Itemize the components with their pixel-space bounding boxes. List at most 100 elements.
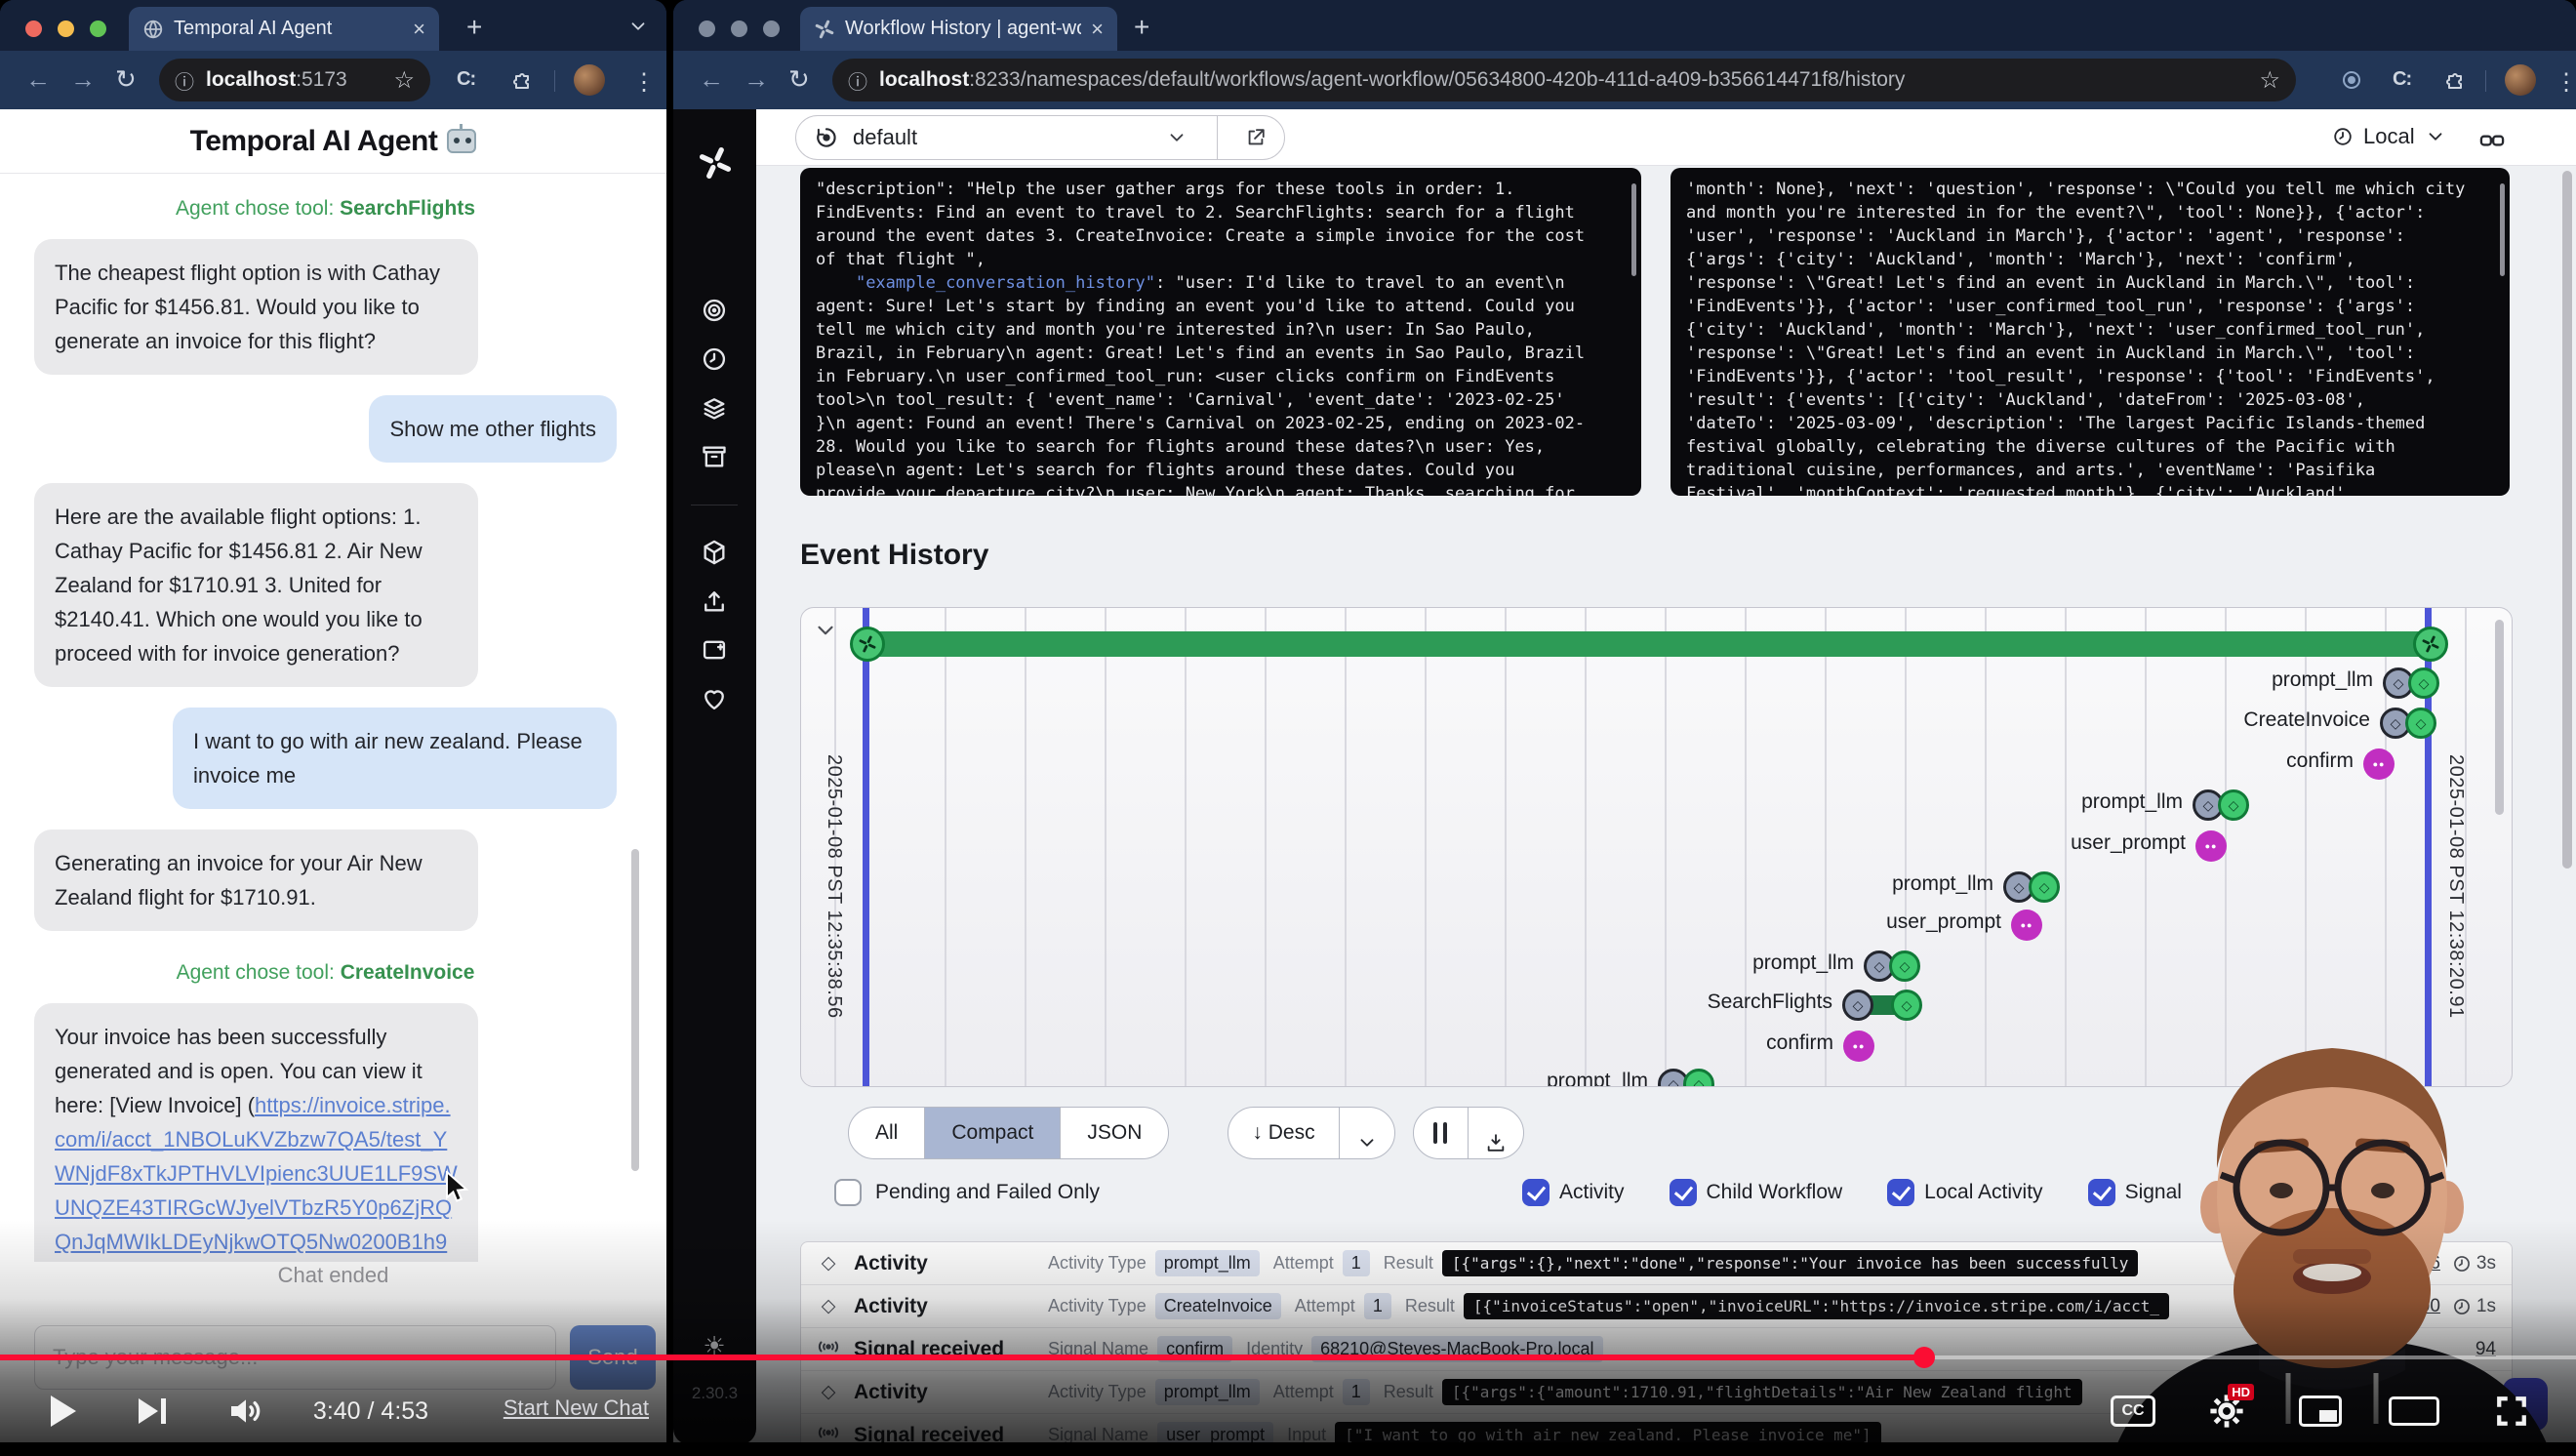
traffic-lights[interactable] — [25, 20, 106, 37]
activity-completed-marker[interactable]: ◇ — [2029, 871, 2060, 903]
checkbox-checked[interactable] — [1670, 1179, 1697, 1206]
page-scrollbar[interactable] — [2562, 171, 2572, 869]
checkbox-unchecked[interactable] — [834, 1179, 862, 1206]
cube-icon[interactable] — [701, 539, 728, 566]
event-type-filter[interactable]: Child Workflow — [1670, 1179, 1843, 1206]
reload-icon[interactable]: ↻ — [115, 64, 137, 95]
extensions-puzzle-icon[interactable] — [2444, 68, 2468, 92]
code-line: "description": "Help the user gather arg… — [816, 178, 1626, 201]
browser-tab-temporal-ai-agent[interactable]: Temporal AI Agent × — [129, 7, 439, 51]
activity-scheduled-marker[interactable]: ◇ — [1842, 990, 1873, 1021]
activity-completed-marker[interactable]: ◇ — [2218, 789, 2249, 821]
chevron-down-icon[interactable] — [1166, 127, 1187, 148]
chat-message-list[interactable]: Agent chose tool: SearchFlights The chea… — [34, 174, 617, 1262]
back-icon[interactable]: ← — [699, 64, 724, 95]
start-new-chat-link[interactable]: Start New Chat — [488, 1395, 649, 1421]
code-line: 'response': \"Great! Let's find an event… — [1686, 342, 2494, 365]
play-button[interactable] — [39, 1378, 88, 1444]
eye-icon[interactable] — [701, 297, 728, 324]
activity-completed-marker[interactable]: ◇ — [2405, 708, 2436, 739]
captions-button[interactable]: CC — [2106, 1378, 2160, 1444]
next-button[interactable] — [125, 1378, 180, 1444]
new-tab-button[interactable]: + — [466, 12, 482, 43]
view-mode-option[interactable]: All — [849, 1108, 925, 1158]
video-progress-bar[interactable] — [0, 1355, 2576, 1360]
settings-gear-icon[interactable]: HD — [2197, 1378, 2256, 1444]
new-tab-button[interactable]: + — [1134, 12, 1149, 43]
upload-icon[interactable] — [701, 587, 728, 615]
sort-desc-button[interactable]: ↓ Desc — [1228, 1108, 1339, 1158]
back-icon[interactable]: ← — [25, 64, 51, 95]
browser-menu-icon[interactable]: ⋮ — [632, 68, 656, 97]
signal-marker[interactable]: ●● — [2011, 910, 2042, 941]
address-bar[interactable]: ⓘ localhost:8233/namespaces/default/work… — [832, 59, 2296, 101]
profile-avatar[interactable] — [574, 64, 605, 96]
activity-completed-marker[interactable]: ◇ — [1683, 1069, 1714, 1087]
claude-extension-icon[interactable]: C: — [457, 68, 475, 91]
timeline-scrollbar[interactable] — [2495, 620, 2504, 815]
pause-button[interactable] — [1414, 1108, 1469, 1158]
site-info-icon[interactable]: ⓘ — [848, 66, 867, 95]
close-tab-icon[interactable]: × — [413, 19, 425, 40]
event-type-filter[interactable]: Local Activity — [1887, 1179, 2042, 1206]
theater-mode-button[interactable] — [2383, 1378, 2445, 1444]
sort-chevron-icon[interactable] — [1340, 1108, 1394, 1158]
timezone-selector[interactable]: Local — [2332, 124, 2446, 149]
timeline-event-label: prompt_llm — [2081, 790, 2183, 814]
activity-completed-marker[interactable]: ◇ — [1889, 950, 1920, 982]
claude-extension-icon[interactable]: C: — [2393, 68, 2411, 91]
browser-tab-workflow-history[interactable]: Workflow History | agent-wor × — [800, 7, 1117, 51]
signal-marker[interactable]: ●● — [2195, 830, 2227, 862]
workflow-start-marker[interactable] — [850, 627, 885, 662]
bookmark-star-icon[interactable]: ☆ — [393, 66, 415, 95]
download-button[interactable] — [1469, 1108, 1523, 1158]
workflow-latest-marker[interactable] — [2413, 627, 2448, 662]
temporal-logo-icon[interactable] — [697, 144, 734, 182]
external-link-icon[interactable] — [1245, 127, 1267, 148]
archive-icon[interactable] — [701, 443, 728, 470]
chat-scrollbar[interactable] — [631, 849, 639, 1171]
signal-marker[interactable]: ●● — [2363, 748, 2395, 780]
clock-icon[interactable] — [701, 345, 728, 373]
record-extension-icon[interactable] — [2340, 68, 2363, 92]
layers-icon[interactable] — [701, 394, 728, 422]
gallery-icon[interactable] — [701, 636, 728, 664]
browser-menu-icon[interactable]: ⋮ — [2555, 68, 2576, 97]
bookmark-star-icon[interactable]: ☆ — [2259, 66, 2280, 95]
code-line: }\n agent: Found an event! There's Carni… — [816, 412, 1626, 435]
checkbox-checked[interactable] — [1522, 1179, 1550, 1206]
event-type-filter[interactable]: Activity — [1522, 1179, 1625, 1206]
reload-icon[interactable]: ↻ — [788, 64, 810, 95]
tab-overview-icon[interactable] — [627, 16, 649, 37]
traffic-lights-inactive[interactable] — [699, 20, 780, 37]
checkbox-checked[interactable] — [1887, 1179, 1914, 1206]
heart-icon[interactable] — [701, 685, 728, 712]
close-tab-icon[interactable]: × — [1091, 19, 1104, 40]
player-bottom-bar — [0, 1442, 2576, 1456]
code-panel-left[interactable]: "description": "Help the user gather arg… — [800, 168, 1641, 496]
code-line: tool>\n tool_result: { 'event_name': 'Ca… — [816, 388, 1626, 412]
progress-knob[interactable] — [1913, 1347, 1935, 1368]
signal-marker[interactable]: ●● — [1843, 1031, 1874, 1062]
profile-avatar[interactable] — [2505, 64, 2536, 96]
activity-completed-marker[interactable]: ◇ — [1891, 990, 1922, 1021]
volume-icon[interactable] — [217, 1378, 275, 1444]
forward-icon[interactable]: → — [70, 64, 96, 95]
miniplayer-button[interactable] — [2291, 1378, 2350, 1444]
invoice-link[interactable]: https://invoice.stripe.com/i/acct_1NBOLu… — [55, 1093, 458, 1262]
site-info-icon[interactable]: ⓘ — [175, 66, 194, 95]
extensions-puzzle-icon[interactable] — [511, 68, 535, 92]
fullscreen-button[interactable] — [2482, 1378, 2541, 1444]
collapse-chevron-icon[interactable] — [813, 618, 838, 643]
code-line: around the event dates 3. CreateInvoice:… — [816, 224, 1626, 248]
labs-glasses-icon[interactable] — [2478, 125, 2506, 152]
namespace-selector[interactable]: default — [795, 115, 1285, 160]
pending-failed-filter[interactable]: Pending and Failed Only — [834, 1179, 1100, 1206]
view-mode-option[interactable]: Compact — [925, 1108, 1061, 1158]
activity-completed-marker[interactable]: ◇ — [2408, 667, 2439, 699]
address-bar[interactable]: ⓘ localhost:5173 ☆ — [159, 59, 430, 101]
forward-icon[interactable]: → — [744, 64, 769, 95]
workflow-execution-bar[interactable] — [865, 631, 2433, 657]
code-panel-right[interactable]: 'month': None}, 'next': 'question', 'res… — [1670, 168, 2510, 496]
view-mode-option[interactable]: JSON — [1061, 1108, 1168, 1158]
